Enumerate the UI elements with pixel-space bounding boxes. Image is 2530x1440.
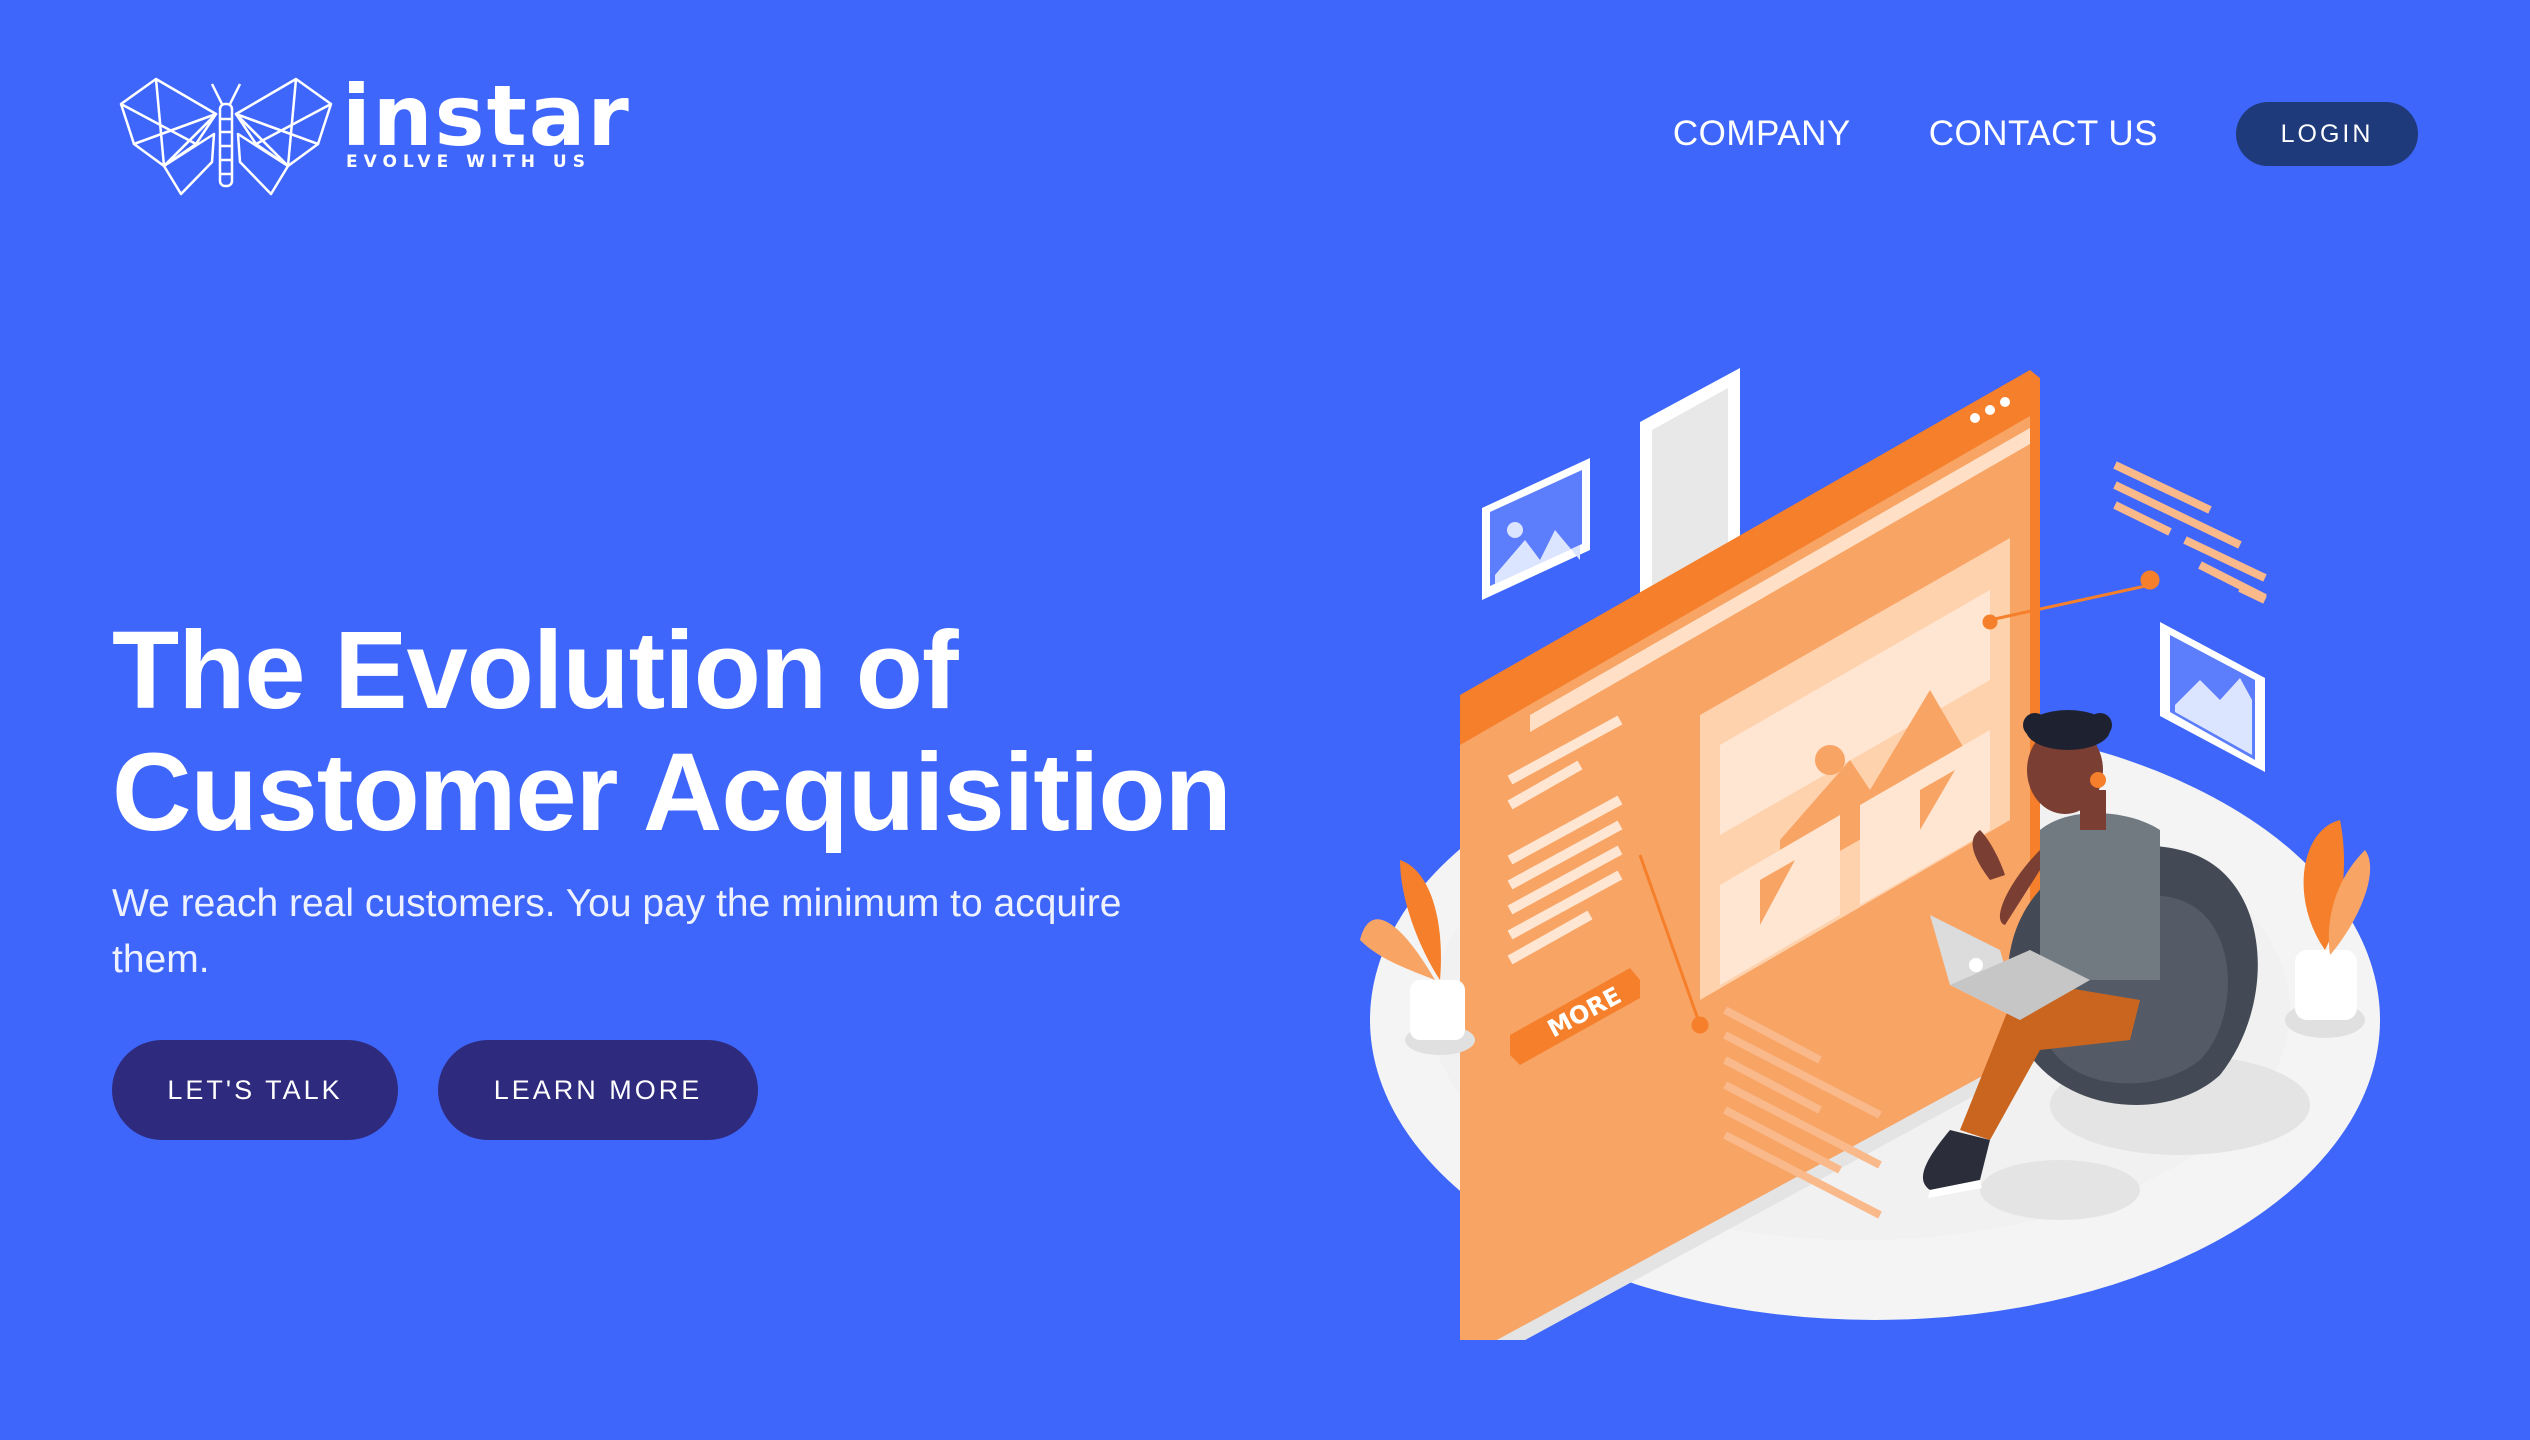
learn-more-button[interactable]: LEARN MORE <box>438 1040 758 1140</box>
hero-title: The Evolution of Customer Acquisition <box>112 610 1312 854</box>
nav-contact-link[interactable]: CONTACT US <box>1929 114 2158 154</box>
butterfly-icon <box>119 77 333 196</box>
login-button[interactable]: LOGIN <box>2236 102 2418 166</box>
top-nav: COMPANY CONTACT US LOGIN <box>1673 102 2418 166</box>
nav-company-link[interactable]: COMPANY <box>1673 114 1851 154</box>
lets-talk-button[interactable]: LET'S TALK <box>112 1040 398 1140</box>
cta-group: LET'S TALK LEARN MORE <box>112 1040 798 1140</box>
hero-illustration: MORE <box>1360 368 2380 1340</box>
hero-title-line2: Customer Acquisition <box>112 731 1232 854</box>
picture-frame-right-icon <box>2160 622 2265 772</box>
brand-tagline: EVOLVE WITH US <box>346 152 591 172</box>
text-lines-decoration <box>2113 461 2267 604</box>
brand-name: instar <box>342 67 631 165</box>
hero-subtitle: We reach real customers. You pay the min… <box>112 882 1122 981</box>
hero-title-line1: The Evolution of <box>112 609 959 732</box>
picture-frame-icon <box>1482 458 1590 600</box>
brand-logo[interactable]: instar EVOLVE WITH US <box>116 74 629 204</box>
